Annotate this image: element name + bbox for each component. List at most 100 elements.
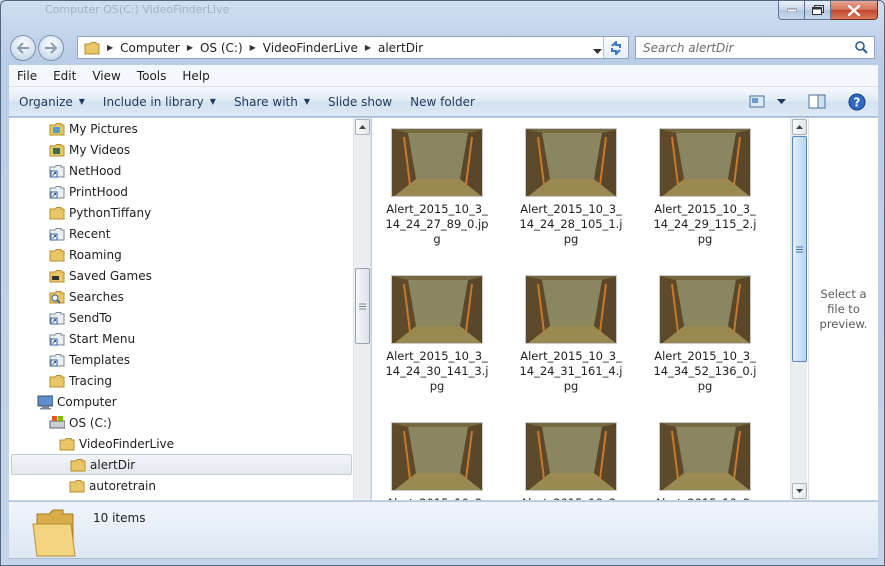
searches-folder-icon [49,289,65,305]
breadcrumb-alertdir[interactable]: alertDir [374,37,427,58]
minimize-button[interactable] [778,1,805,20]
chevron-right-icon[interactable]: ▶ [247,43,259,52]
chevron-down-icon: ▼ [303,97,310,106]
forward-button[interactable] [38,35,64,61]
maximize-button[interactable] [805,1,831,20]
shortcut-folder-icon [49,352,65,368]
svg-text:?: ? [854,95,861,109]
tree-item-computer[interactable]: Computer [37,391,117,412]
chevron-right-icon[interactable]: ▶ [362,43,374,52]
help-icon: ? [848,93,866,110]
title-bar[interactable]: Computer OS(C:) VideoFinderLive [1,1,884,27]
file-item[interactable]: Alert_2015_10_3_14_24_27_89_0.jpg [382,128,492,247]
change-view-button[interactable] [743,87,771,116]
back-button[interactable] [10,35,36,61]
tree-item-printhood[interactable]: PrintHood [49,181,128,202]
tree-item-tracing[interactable]: Tracing [49,370,112,391]
chevron-right-icon[interactable]: ▶ [184,43,196,52]
tree-item-saved-games[interactable]: Saved Games [49,265,152,286]
file-name: Alert_2015_10_3_14_24_27_89_0.jpg [385,202,489,246]
files-scroll-up-button[interactable] [792,119,807,135]
preview-pane-button[interactable] [802,87,832,116]
tree-item-label: Computer [57,394,117,409]
file-name: Alert_2015_10_3_14_24_28_105_1.jpg [519,202,623,246]
tree-item-videofinderlive[interactable]: VideoFinderLive [59,433,174,454]
breadcrumb-root-arrow[interactable]: ▶ [104,37,116,58]
nav-scrollbar[interactable] [353,118,370,500]
help-button[interactable]: ? [842,87,872,116]
view-controls: ? [743,87,878,116]
new-folder-button[interactable]: New folder [401,87,484,116]
file-item[interactable]: Alert_2015_10_3_14_24_30_141_3.jpg [382,275,492,394]
menu-file[interactable]: File [9,65,45,86]
breadcrumb-label: Computer [120,40,180,55]
files-scroll-thumb[interactable] [792,136,807,362]
files-scroll-down-button[interactable] [792,483,807,499]
tree-item-label: My Videos [69,142,131,157]
share-with-button[interactable]: Share with ▼ [225,87,319,116]
breadcrumb-os-c[interactable]: OS (C:) ▶ [196,37,259,58]
file-item[interactable]: Alert_2015_10_3_14_24_29_115_2.jpg [650,128,760,247]
tree-item-autoretrain[interactable]: autoretrain [69,475,156,496]
menu-edit[interactable]: Edit [45,65,84,86]
include-in-library-button[interactable]: Include in library ▼ [94,87,225,116]
tree-item-templates[interactable]: Templates [49,349,130,370]
tree-item-recent[interactable]: Recent [49,223,110,244]
file-item[interactable]: Alert_2015_10_3_14_34_52_136_0.jpg [650,275,760,394]
file-item[interactable]: Alert_2015_10_3_14_24_31_161_4.jpg [516,275,626,394]
address-row: ▶ Computer ▶ OS (C:) ▶ VideoFinderLive ▶ al… [1,33,884,63]
refresh-button[interactable] [603,37,628,58]
tree-item-label: Tracing [69,373,113,388]
tree-item-nethood[interactable]: NetHood [49,160,121,181]
file-item[interactable]: Alert_2015_10_3_14_24_28_105_1.jpg [516,128,626,247]
search-icon[interactable] [855,41,868,57]
file-item[interactable]: Alert_2015_10_3_1 [650,422,760,500]
command-bar: Organize ▼ Include in library ▼ Share with… [9,87,878,117]
nav-scroll-up-button[interactable] [355,119,370,135]
menu-help[interactable]: Help [174,65,217,86]
organize-button[interactable]: Organize ▼ [9,87,94,116]
tree-item-pythontiffany[interactable]: PythonTiffany [49,202,151,223]
include-in-library-label: Include in library [102,94,204,109]
tree-item-start-menu[interactable]: Start Menu [49,328,135,349]
slide-show-label: Slide show [328,94,393,109]
tree-item-label: Recent [69,226,111,241]
image-thumbnail [525,422,617,491]
close-button[interactable] [831,1,878,20]
drive-icon [49,415,65,431]
tree-item-label: alertDir [90,457,136,472]
chevron-down-icon: ▼ [209,97,216,106]
address-dropdown-icon[interactable] [593,44,602,58]
file-name: Alert_2015_10_3_1 [385,496,489,500]
view-options-button[interactable] [771,87,792,116]
tree-item-searches[interactable]: Searches [49,286,124,307]
item-count: 10 items [93,511,146,525]
tree-item-alertdir[interactable]: alertDir [11,454,352,475]
search-box[interactable] [635,36,875,59]
image-thumbnail [659,422,751,491]
file-item[interactable]: Alert_2015_10_3_1 [516,422,626,500]
address-bar[interactable]: ▶ Computer ▶ OS (C:) ▶ VideoFinderLive ▶ al… [77,36,629,59]
search-input[interactable] [643,40,848,55]
tree-item-label: Searches [69,289,124,304]
image-thumbnail [391,128,483,197]
minimize-icon [786,8,797,12]
tree-item-label: OS (C:) [69,415,112,430]
files-scrollbar[interactable] [790,118,807,500]
tree-item-my-pictures[interactable]: My Pictures [49,118,138,139]
folder-icon [49,247,65,263]
slide-show-button[interactable]: Slide show [319,87,401,116]
tree-item-my-videos[interactable]: My Videos [49,139,130,160]
file-name: Alert_2015_10_3_1 [519,496,623,500]
tree-item-os-c[interactable]: OS (C:) [49,412,112,433]
nav-scroll-thumb[interactable] [355,268,370,344]
breadcrumb-label: OS (C:) [199,40,243,55]
breadcrumb-videofinderlive[interactable]: VideoFinderLive ▶ [259,37,374,58]
tree-item-sendto[interactable]: SendTo [49,307,112,328]
breadcrumb-computer[interactable]: Computer ▶ [116,37,196,58]
menu-view[interactable]: View [84,65,128,86]
menu-tools[interactable]: Tools [129,65,175,86]
file-item[interactable]: Alert_2015_10_3_1 [382,422,492,500]
folder-icon [49,205,65,221]
tree-item-roaming[interactable]: Roaming [49,244,122,265]
